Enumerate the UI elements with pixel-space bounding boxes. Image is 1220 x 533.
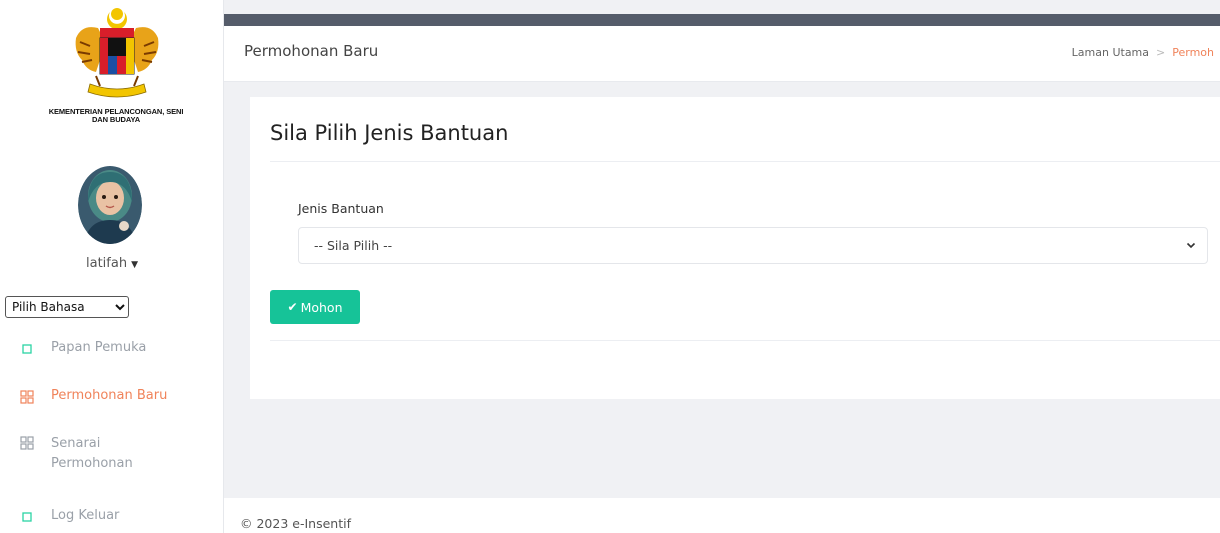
chevron-right-icon: >	[1156, 46, 1166, 59]
breadcrumb-home-link[interactable]: Laman Utama	[1072, 46, 1149, 59]
divider	[270, 340, 1220, 341]
language-select[interactable]: Pilih Bahasa	[5, 296, 129, 318]
mohon-button[interactable]: ✔ Mohon	[270, 290, 360, 324]
sidebar-item-label: Log Keluar	[51, 508, 120, 523]
footer: © 2023 e-Insentif	[224, 498, 1220, 533]
sidebar-item-papan-pemuka[interactable]: Papan Pemuka	[20, 340, 146, 356]
sidebar-item-permohonan-baru[interactable]: Permohonan Baru	[20, 388, 167, 404]
sidebar: KEMENTERIAN PELANCONGAN, SENI DAN BUDAYA…	[0, 0, 224, 533]
user-menu-toggle[interactable]: latifah ▼	[0, 256, 224, 271]
sidebar-item-label-line2: Permohonan	[51, 456, 133, 471]
square-icon	[22, 512, 32, 522]
logo-block: KEMENTERIAN PELANCONGAN, SENI DAN BUDAYA	[0, 4, 224, 134]
avatar-image	[78, 166, 142, 244]
footer-copyright: © 2023 e-Insentif	[240, 516, 351, 531]
sidebar-item-senarai-permohonan[interactable]: Senarai Permohonan	[20, 434, 133, 474]
page-header: Permohonan Baru Laman Utama > Permoh	[224, 26, 1220, 82]
jenis-bantuan-label: Jenis Bantuan	[298, 201, 384, 216]
mohon-button-label: Mohon	[300, 299, 343, 315]
ministry-name: KEMENTERIAN PELANCONGAN, SENI DAN BUDAYA	[48, 107, 184, 124]
jenis-bantuan-select-value: -- Sila Pilih --	[314, 238, 393, 253]
breadcrumb-current: Permoh	[1172, 46, 1214, 59]
grid-icon	[20, 436, 34, 450]
sidebar-item-log-keluar[interactable]: Log Keluar	[20, 508, 119, 524]
coat-of-arms-logo	[75, 8, 159, 98]
sidebar-item-label-line1: Senarai	[51, 436, 101, 451]
grid-icon	[20, 390, 34, 404]
application-card: Sila Pilih Jenis Bantuan Jenis Bantuan -…	[250, 97, 1220, 399]
square-icon	[22, 344, 32, 354]
sidebar-item-label: Senarai Permohonan	[51, 434, 133, 474]
sidebar-item-label: Papan Pemuka	[51, 340, 147, 355]
breadcrumb: Laman Utama > Permoh	[1072, 46, 1214, 59]
user-name: latifah	[86, 256, 128, 271]
divider	[270, 161, 1220, 162]
card-title: Sila Pilih Jenis Bantuan	[270, 121, 509, 145]
chevron-down-icon	[1186, 242, 1196, 249]
page-title: Permohonan Baru	[244, 42, 379, 60]
avatar[interactable]	[78, 166, 142, 244]
sidebar-item-label: Permohonan Baru	[51, 388, 168, 403]
jenis-bantuan-select[interactable]: -- Sila Pilih --	[298, 227, 1208, 264]
top-bar	[224, 14, 1220, 26]
caret-down-icon: ▼	[131, 260, 138, 270]
check-icon: ✔	[287, 300, 298, 314]
